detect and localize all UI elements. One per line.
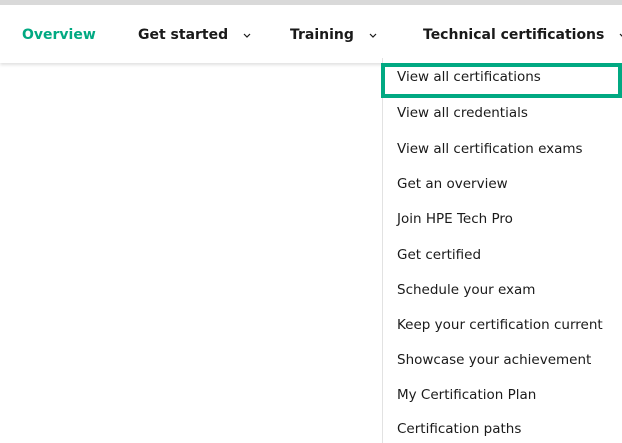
nav-item-technical-certifications[interactable]: Technical certifications	[423, 23, 622, 47]
menu-item-showcase-achievement[interactable]: Showcase your achievement	[397, 349, 591, 371]
chevron-down-icon	[369, 33, 377, 38]
chevron-down-icon	[243, 33, 251, 38]
menu-item-view-all-credentials[interactable]: View all credentials	[397, 102, 528, 124]
menu-item-get-certified[interactable]: Get certified	[397, 244, 481, 266]
nav-item-get-started-label: Get started	[138, 27, 229, 43]
menu-item-get-an-overview[interactable]: Get an overview	[397, 173, 508, 195]
menu-item-schedule-your-exam[interactable]: Schedule your exam	[397, 279, 535, 301]
top-navigation-bar: Overview Get started Training Technical …	[0, 0, 622, 63]
nav-item-overview[interactable]: Overview	[22, 23, 96, 47]
nav-item-training[interactable]: Training	[290, 23, 377, 47]
menu-item-view-all-certifications[interactable]: View all certifications	[397, 66, 541, 88]
menu-item-view-all-certification-exams[interactable]: View all certification exams	[397, 138, 583, 160]
menu-item-my-certification-plan[interactable]: My Certification Plan	[397, 384, 536, 406]
menu-item-certification-paths[interactable]: Certification paths	[397, 418, 521, 440]
menu-item-keep-certification-current[interactable]: Keep your certification current	[397, 314, 603, 336]
page: Overview Get started Training Technical …	[0, 0, 622, 443]
technical-certifications-dropdown-menu: View all certifications View all credent…	[382, 58, 622, 443]
nav-item-training-label: Training	[290, 27, 354, 43]
nav-item-get-started[interactable]: Get started	[138, 23, 251, 47]
nav-item-overview-label: Overview	[22, 27, 96, 43]
menu-item-join-hpe-tech-pro[interactable]: Join HPE Tech Pro	[397, 208, 513, 230]
nav-item-technical-certifications-label: Technical certifications	[423, 27, 605, 43]
